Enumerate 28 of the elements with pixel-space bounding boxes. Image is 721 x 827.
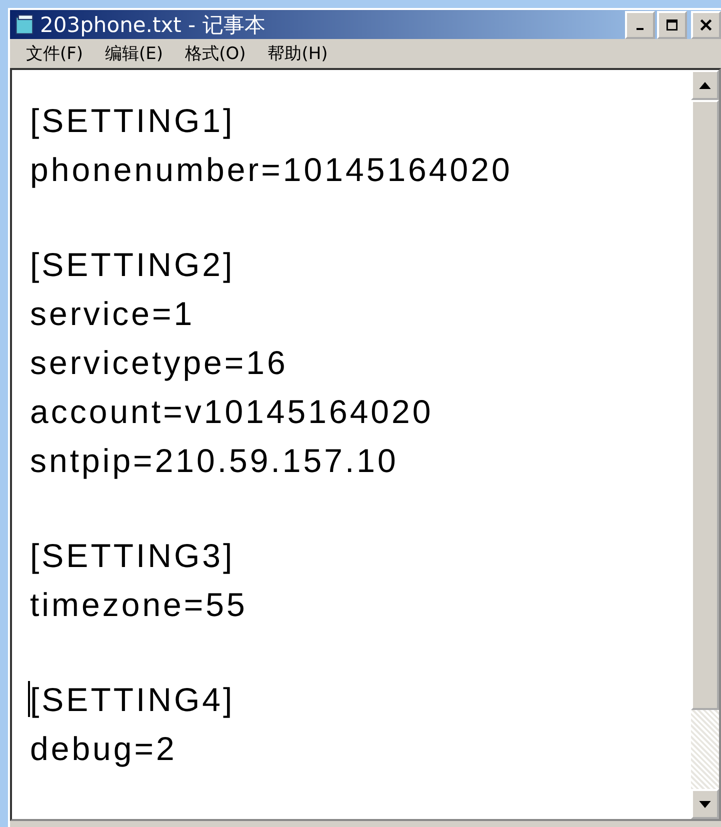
maximize-button[interactable] (657, 10, 687, 38)
minimize-icon (636, 28, 644, 30)
vertical-scrollbar[interactable] (691, 70, 719, 819)
text-line: [SETTING3] (30, 536, 235, 574)
text-line: [SETTING2] (30, 246, 235, 284)
scrollbar-thumb[interactable] (691, 100, 719, 710)
window-title: 203phone.txt - 记事本 (40, 12, 266, 38)
scroll-down-button[interactable] (691, 789, 719, 819)
close-icon (700, 18, 712, 30)
text-line: debug=2 (30, 730, 177, 768)
text-line: [SETTING4] (30, 680, 235, 718)
text-line: service=1 (30, 294, 195, 332)
text-line: account=v10145164020 (30, 392, 434, 430)
down-arrow-icon (699, 800, 711, 808)
menu-item[interactable]: 帮助(H) (268, 42, 328, 65)
text-line: [SETTING1] (30, 102, 235, 140)
text-line: sntpip=210.59.157.10 (30, 442, 398, 480)
up-arrow-icon (699, 82, 711, 88)
text-line: timezone=55 (30, 586, 248, 624)
menu-item[interactable]: 格式(O) (185, 42, 246, 65)
menu-item[interactable]: 编辑(E) (105, 42, 164, 65)
text-line: servicetype=16 (30, 344, 288, 382)
text-line: phonenumber=10145164020 (30, 150, 512, 188)
scroll-up-button[interactable] (691, 70, 719, 100)
menu-item[interactable]: 文件(F) (26, 42, 84, 65)
maximize-icon (666, 18, 678, 30)
close-button[interactable] (691, 10, 721, 38)
notepad-icon (14, 14, 36, 36)
